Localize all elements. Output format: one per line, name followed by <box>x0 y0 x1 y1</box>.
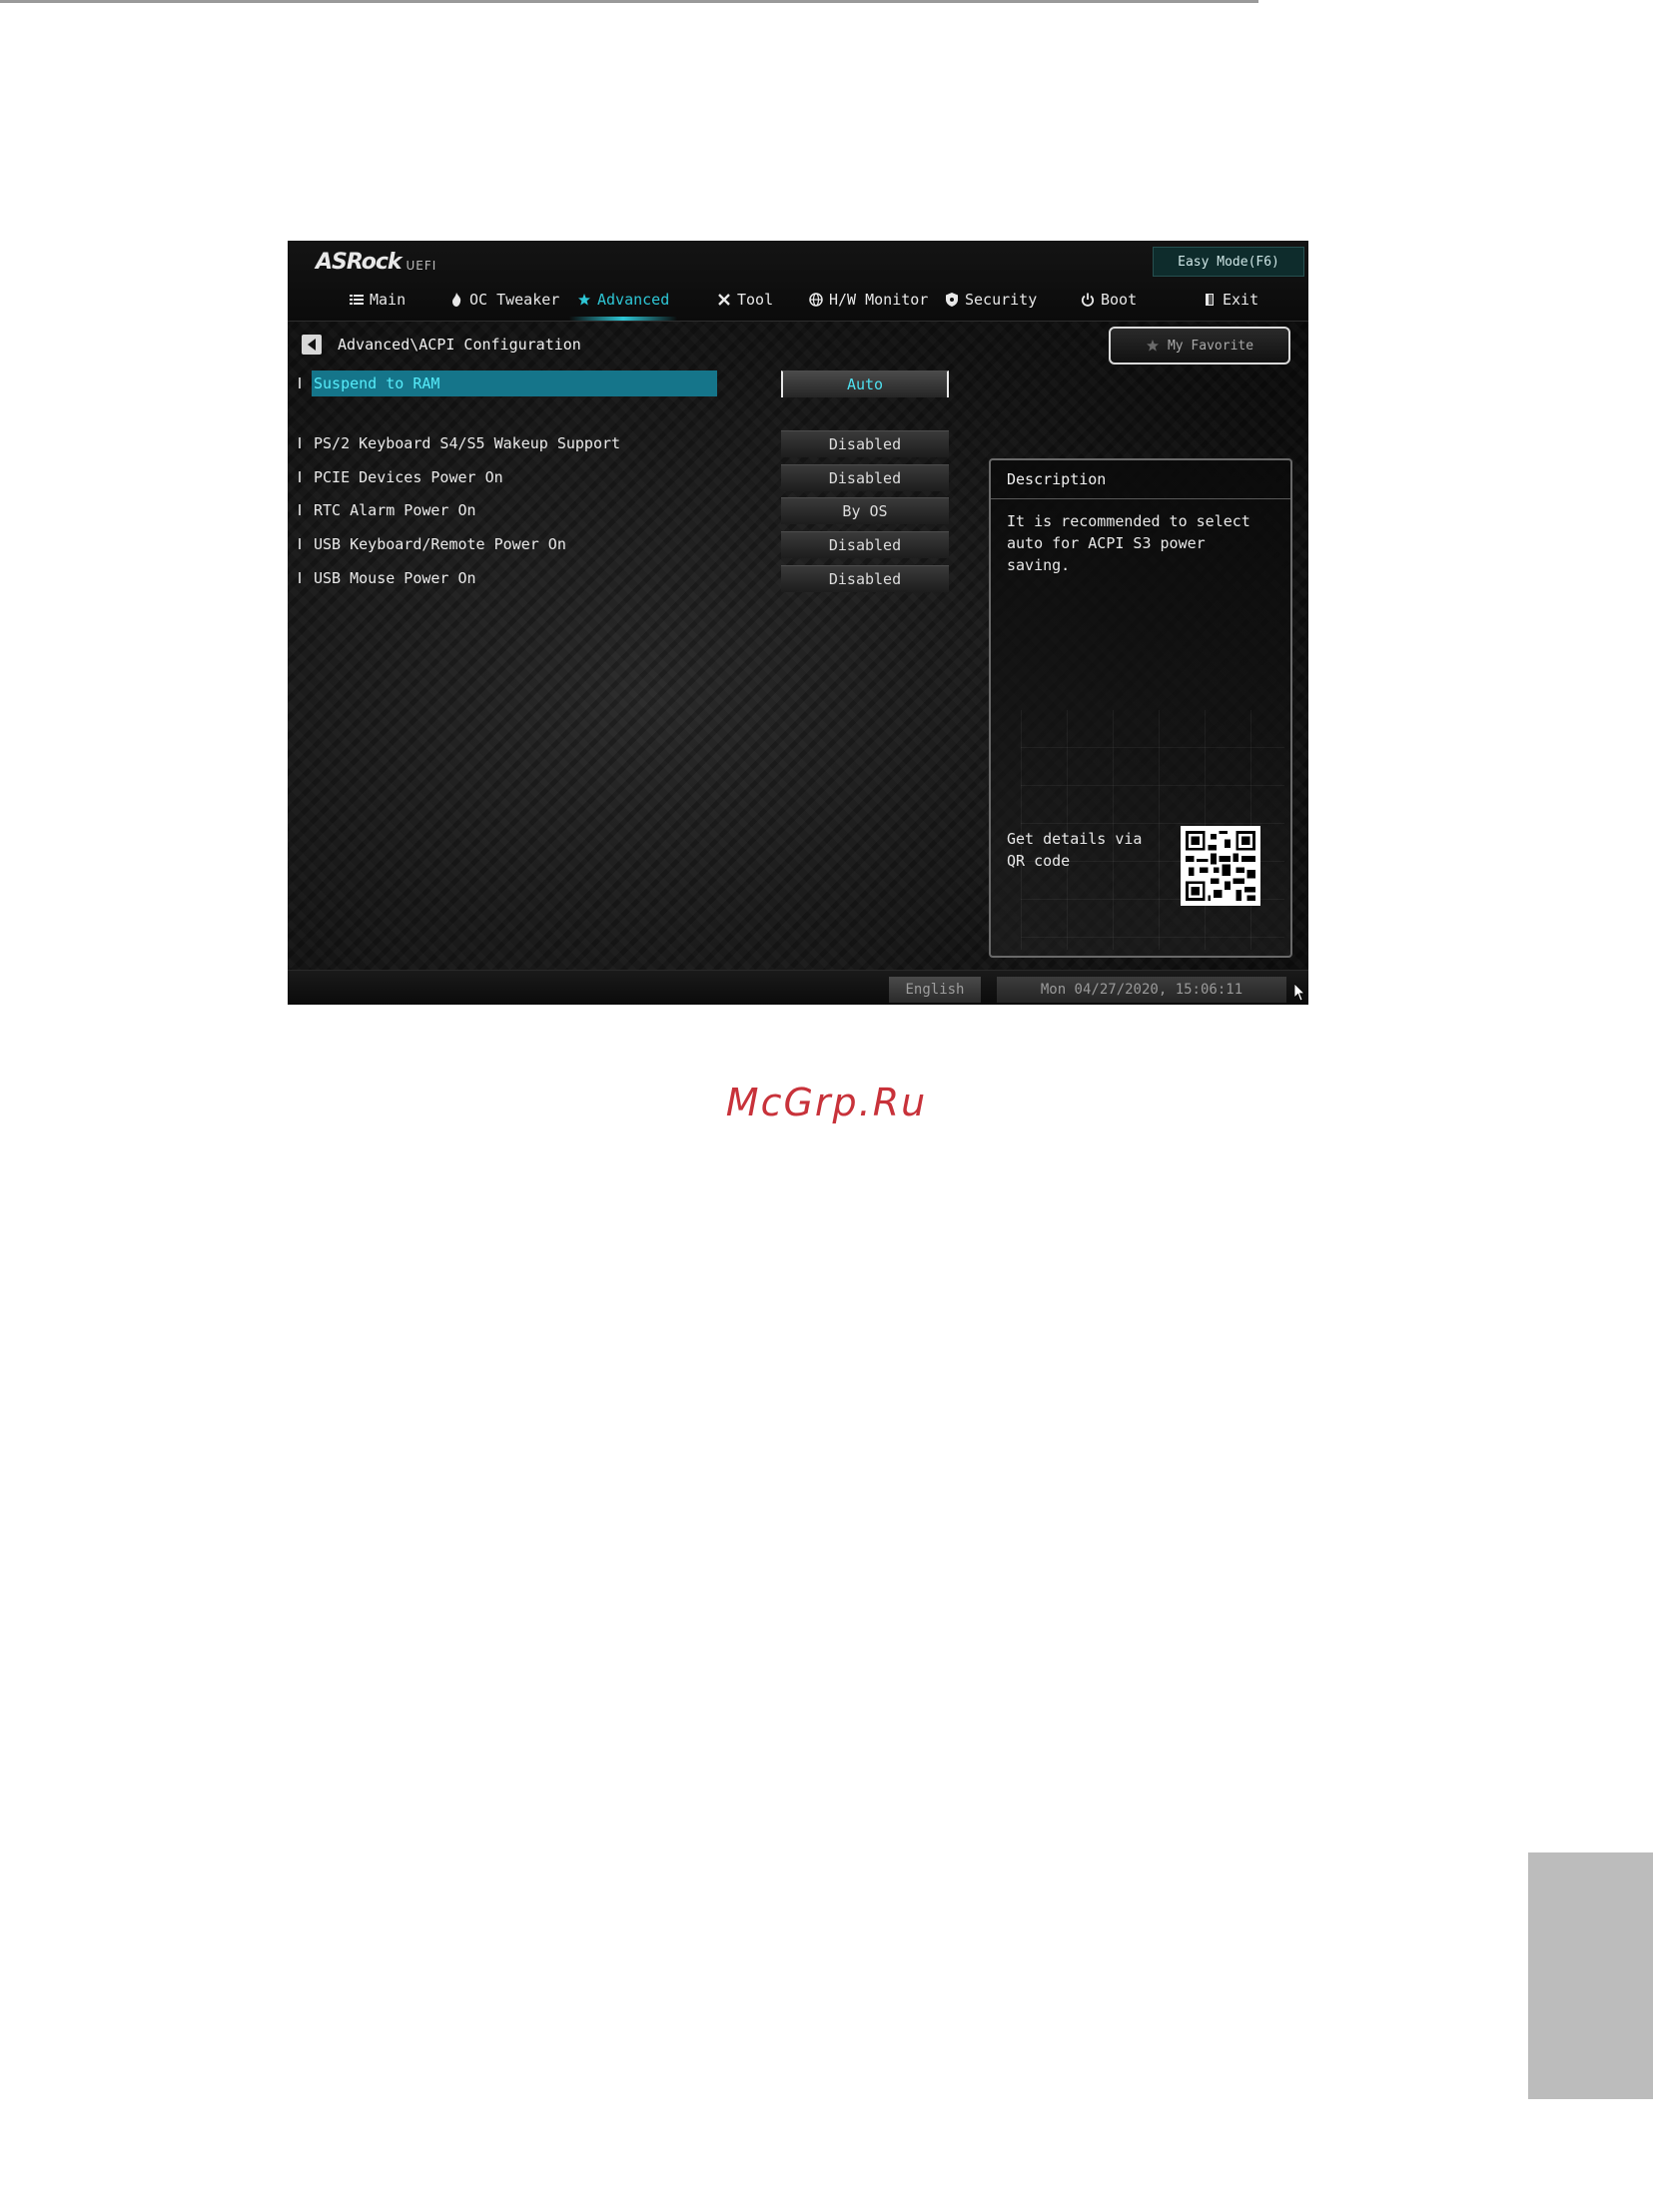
power-icon <box>1081 293 1095 307</box>
list-icon <box>350 293 364 307</box>
row-marker <box>299 504 301 515</box>
setting-value[interactable]: Disabled <box>781 565 949 592</box>
back-button[interactable] <box>302 335 322 355</box>
tab-hw-monitor-label: H/W Monitor <box>829 291 929 309</box>
setting-value[interactable]: By OS <box>781 497 949 524</box>
tab-main-label: Main <box>370 291 407 309</box>
flame-icon <box>449 293 463 307</box>
door-icon <box>1203 293 1217 307</box>
breadcrumb-row: Advanced\ACPI Configuration <box>302 333 581 357</box>
setting-value[interactable]: Disabled <box>781 531 949 558</box>
language-button[interactable]: English <box>889 977 981 1003</box>
easy-mode-button[interactable]: Easy Mode(F6) <box>1153 247 1304 277</box>
description-title: Description <box>991 460 1290 499</box>
page-side-tab <box>1528 1852 1653 2099</box>
shield-icon <box>945 293 959 307</box>
tab-oc-tweaker[interactable]: OC Tweaker <box>449 283 559 317</box>
my-favorite-button[interactable]: My Favorite <box>1109 327 1290 365</box>
setting-ps2-keyboard-wakeup[interactable]: PS/2 Keyboard S4/S5 Wakeup Support Disab… <box>288 428 987 458</box>
top-bar: ASRock UEFI Easy Mode(F6) Main OC Tweake… <box>288 241 1308 322</box>
row-marker <box>299 572 301 583</box>
setting-label: USB Mouse Power On <box>314 569 476 587</box>
tab-tool[interactable]: Tool <box>717 283 773 317</box>
row-marker <box>299 471 301 482</box>
breadcrumb: Advanced\ACPI Configuration <box>338 336 581 354</box>
star-icon <box>1146 339 1160 353</box>
setting-value[interactable]: Disabled <box>781 430 949 457</box>
mouse-cursor-icon <box>1293 983 1306 1002</box>
tools-icon <box>717 293 731 307</box>
qr-code-icon <box>1181 826 1260 906</box>
setting-usb-mouse-power-on[interactable]: USB Mouse Power On Disabled <box>288 563 987 593</box>
tab-security[interactable]: Security <box>945 283 1037 317</box>
globe-icon <box>809 293 823 307</box>
row-marker <box>299 538 301 549</box>
setting-label: RTC Alarm Power On <box>314 501 476 519</box>
tab-boot[interactable]: Boot <box>1081 283 1137 317</box>
row-marker <box>299 377 301 388</box>
setting-suspend-to-ram[interactable]: Suspend to RAM Auto <box>288 369 987 398</box>
setting-value[interactable]: Disabled <box>781 464 949 491</box>
page-top-rule <box>0 0 1258 3</box>
watermark: McGrp.Ru <box>725 1081 928 1124</box>
row-marker <box>299 437 301 448</box>
tab-advanced-label: Advanced <box>597 291 670 309</box>
tab-exit[interactable]: Exit <box>1203 283 1258 317</box>
tab-main[interactable]: Main <box>350 283 406 317</box>
tab-security-label: Security <box>965 291 1038 309</box>
logo-brand: ASRock <box>316 250 403 275</box>
tab-tool-label: Tool <box>737 291 774 309</box>
setting-label: PCIE Devices Power On <box>314 468 503 486</box>
setting-label: Suspend to RAM <box>312 370 717 396</box>
tab-hw-monitor[interactable]: H/W Monitor <box>809 283 928 317</box>
bottom-bar: English Mon 04/27/2020, 15:06:11 <box>288 970 1308 1005</box>
setting-pcie-devices-power-on[interactable]: PCIE Devices Power On Disabled <box>288 462 987 492</box>
tab-exit-label: Exit <box>1223 291 1259 309</box>
uefi-screen: ASRock UEFI Easy Mode(F6) Main OC Tweake… <box>288 241 1308 1005</box>
tab-oc-tweaker-label: OC Tweaker <box>469 291 560 309</box>
description-text: It is recommended to select auto for ACP… <box>1007 512 1250 574</box>
tab-boot-label: Boot <box>1101 291 1138 309</box>
description-panel: Description It is recommended to select … <box>989 458 1292 958</box>
main-tabs: Main OC Tweaker Advanced Tool H/W Monito… <box>288 283 1308 321</box>
tab-advanced[interactable]: Advanced <box>568 283 678 321</box>
asrock-logo: ASRock UEFI <box>316 249 436 275</box>
setting-value[interactable]: Auto <box>781 370 949 397</box>
qr-caption: Get details via QR code <box>1007 830 1143 870</box>
logo-sub: UEFI <box>406 259 437 273</box>
setting-label: USB Keyboard/Remote Power On <box>314 535 566 553</box>
star-icon <box>577 293 591 307</box>
datetime-display: Mon 04/27/2020, 15:06:11 <box>997 977 1286 1003</box>
setting-usb-keyboard-power-on[interactable]: USB Keyboard/Remote Power On Disabled <box>288 529 987 559</box>
my-favorite-label: My Favorite <box>1167 338 1254 354</box>
setting-rtc-alarm-power-on[interactable]: RTC Alarm Power On By OS <box>288 495 987 525</box>
setting-label: PS/2 Keyboard S4/S5 Wakeup Support <box>314 434 621 452</box>
